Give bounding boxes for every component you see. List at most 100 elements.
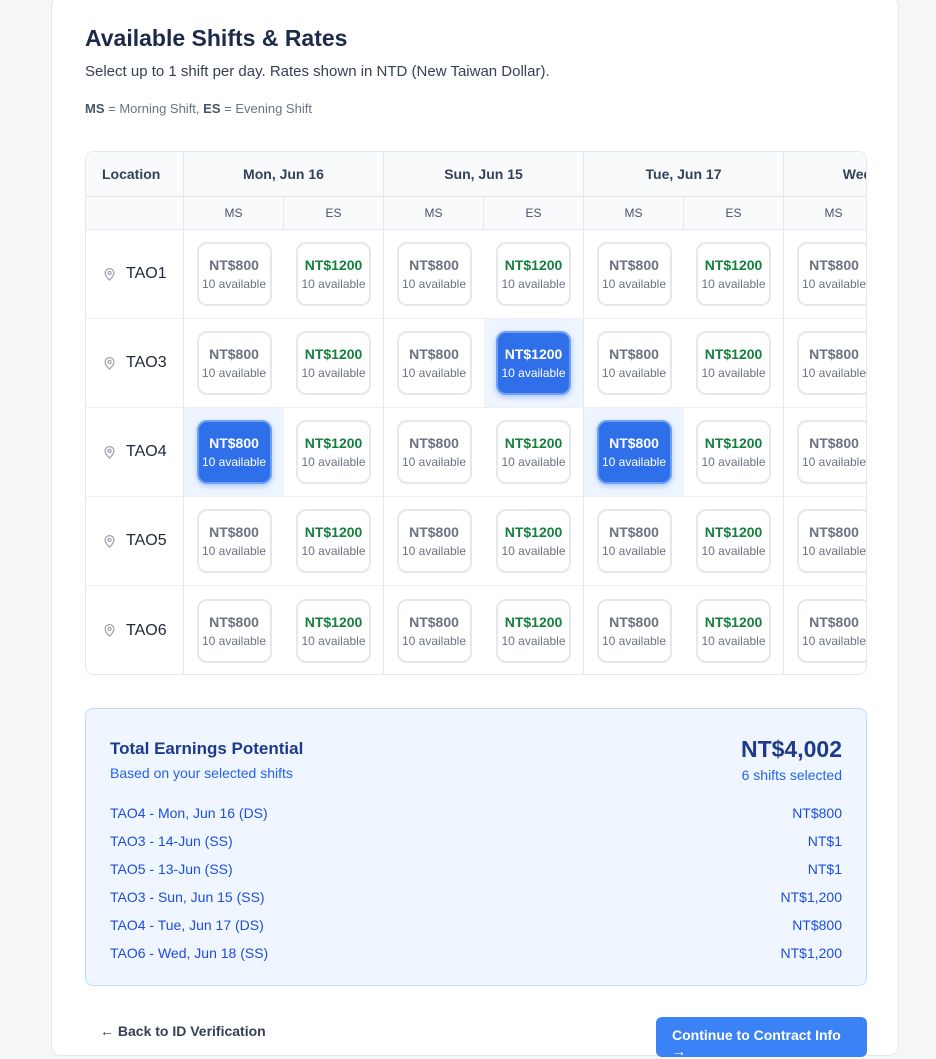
- shift-rate-button[interactable]: NT$1200 10 available: [696, 331, 771, 395]
- shift-cell: NT$1200 10 available: [484, 586, 584, 674]
- shift-rate-button[interactable]: NT$800 10 available: [596, 598, 672, 663]
- shift-availability: 10 available: [501, 544, 566, 558]
- shift-availability: 10 available: [601, 455, 667, 469]
- continue-to-contract-info-button[interactable]: Continue to Contract Info →: [656, 1017, 867, 1059]
- shift-rate-button[interactable]: NT$800 10 available: [596, 242, 672, 306]
- shift-price: NT$800: [209, 524, 259, 540]
- shift-availability: 10 available: [301, 277, 366, 291]
- shift-rate-button[interactable]: NT$800 10 available: [196, 598, 272, 663]
- day-header-row: Location Mon, Jun 16 Sun, Jun 15 Tue, Jun …: [86, 152, 866, 197]
- shift-rate-button[interactable]: NT$800 10 available: [196, 509, 272, 573]
- legend-ms-abbr: MS: [85, 101, 105, 116]
- shift-availability: 10 available: [201, 544, 267, 558]
- shifts-selected-count: 6 shifts selected: [741, 767, 842, 783]
- shift-cell: NT$800 10 available: [584, 586, 684, 674]
- shift-rate-button[interactable]: NT$800 10 available: [196, 242, 272, 306]
- location-header-blank: [86, 197, 184, 229]
- shift-availability: 10 available: [801, 544, 867, 558]
- shift-price: NT$800: [409, 346, 459, 362]
- shift-price: NT$1200: [504, 524, 563, 540]
- shift-rate-button[interactable]: NT$800 10 available: [396, 509, 472, 573]
- earnings-item: TAO3 - 14-Jun (SS) NT$1: [110, 827, 842, 855]
- earnings-item-amount: NT$800: [792, 917, 842, 933]
- shift-rate-button[interactable]: NT$800 10 available: [596, 420, 672, 484]
- shift-rate-button[interactable]: NT$800 10 available: [196, 331, 272, 395]
- earnings-item-amount: NT$1,200: [780, 945, 842, 961]
- shift-availability: 10 available: [601, 544, 667, 558]
- shift-rate-button[interactable]: NT$1200 10 available: [696, 509, 771, 573]
- shift-price: NT$1200: [704, 435, 763, 451]
- shift-price: NT$1200: [704, 346, 763, 362]
- shift-cell: NT$1200 10 available: [684, 408, 784, 496]
- shift-cell: NT$800 10 available: [784, 319, 866, 407]
- earnings-title: Total Earnings Potential: [110, 739, 304, 758]
- shift-availability: 10 available: [601, 633, 667, 648]
- shift-rate-button[interactable]: NT$800 10 available: [796, 420, 866, 484]
- shift-rate-button[interactable]: NT$800 10 available: [196, 420, 272, 484]
- shift-rate-button[interactable]: NT$1200 10 available: [296, 242, 371, 306]
- shift-cell: NT$800 10 available: [384, 497, 484, 585]
- shift-cell: NT$1200 10 available: [284, 408, 384, 496]
- shift-price: NT$1200: [704, 524, 763, 540]
- shift-cell: NT$1200 10 available: [684, 319, 784, 407]
- shift-rate-button[interactable]: NT$1200 10 available: [496, 242, 571, 306]
- shift-rate-button[interactable]: NT$1200 10 available: [296, 509, 371, 573]
- shift-grid-inner: Location Mon, Jun 16 Sun, Jun 15 Tue, Jun …: [86, 152, 867, 674]
- shift-subheader: ES: [284, 197, 384, 229]
- shift-price: NT$800: [409, 257, 459, 273]
- location-row: TAO4 NT$800 10 available NT$1200 10 availabl…: [86, 408, 866, 497]
- shift-rate-button[interactable]: NT$1200 10 available: [496, 509, 571, 573]
- shift-rate-button[interactable]: NT$1200 10 available: [296, 331, 371, 395]
- shift-cell: NT$800 10 available: [384, 319, 484, 407]
- shift-rate-button[interactable]: NT$800 10 available: [596, 509, 672, 573]
- shift-rate-button[interactable]: NT$800 10 available: [796, 242, 866, 306]
- shift-price: NT$1200: [504, 613, 563, 630]
- back-to-id-verification-link[interactable]: ← Back to ID Verification: [100, 1023, 266, 1039]
- shift-rate-button[interactable]: NT$1200 10 available: [496, 420, 571, 484]
- shift-availability: 10 available: [701, 366, 766, 380]
- shift-price: NT$800: [609, 346, 659, 362]
- shift-cell: NT$800 10 available: [584, 408, 684, 496]
- earnings-item-label: TAO5 - 13-Jun (SS): [110, 861, 233, 877]
- shift-rate-button[interactable]: NT$1200 10 available: [496, 598, 571, 663]
- shift-cell: NT$1200 10 available: [484, 497, 584, 585]
- shift-cell: NT$1200 10 available: [284, 319, 384, 407]
- shift-price: NT$800: [209, 257, 259, 273]
- shift-cell: NT$800 10 available: [584, 230, 684, 318]
- location-label: TAO5: [126, 532, 167, 549]
- shift-rate-button[interactable]: NT$1200 10 available: [696, 598, 771, 663]
- shift-rate-button[interactable]: NT$800 10 available: [596, 331, 672, 395]
- shift-price: NT$800: [809, 613, 859, 630]
- shift-rate-button[interactable]: NT$1200 10 available: [296, 598, 371, 663]
- shift-subheader: MS: [384, 197, 484, 229]
- earnings-item-label: TAO4 - Tue, Jun 17 (DS): [110, 917, 264, 933]
- earnings-item-amount: NT$1: [807, 861, 842, 877]
- shift-rate-button[interactable]: NT$1200 10 available: [696, 242, 771, 306]
- shift-cell: NT$1200 10 available: [284, 497, 384, 585]
- shift-rate-button[interactable]: NT$800 10 available: [396, 242, 472, 306]
- shift-rate-button[interactable]: NT$800 10 available: [796, 509, 867, 573]
- shift-rate-button[interactable]: NT$1200 10 available: [496, 331, 571, 395]
- location-row: TAO5 NT$800 10 available NT$1200 10 availabl…: [86, 497, 867, 586]
- shift-rate-button[interactable]: NT$1200 10 available: [696, 420, 771, 484]
- shift-rate-button[interactable]: NT$800 10 available: [396, 598, 472, 663]
- shift-cell: NT$800 10 available: [784, 497, 867, 585]
- shift-availability: 10 available: [701, 277, 766, 291]
- shift-availability: 10 available: [701, 633, 766, 648]
- shift-grid[interactable]: Location Mon, Jun 16 Sun, Jun 15 Tue, Jun …: [85, 151, 867, 675]
- shift-rate-button[interactable]: NT$800 10 available: [396, 420, 472, 484]
- shift-rate-button[interactable]: NT$800 10 available: [796, 598, 866, 663]
- shift-price: NT$800: [409, 613, 459, 630]
- shift-rate-button[interactable]: NT$1200 10 available: [296, 420, 371, 484]
- shift-cell: NT$1200 10 available: [284, 230, 384, 318]
- shift-rate-button[interactable]: NT$800 10 available: [796, 331, 866, 395]
- shift-rate-button[interactable]: NT$800 10 available: [396, 331, 472, 395]
- location-cell: TAO4: [86, 408, 184, 496]
- shift-availability: 10 available: [301, 455, 366, 469]
- shift-availability: 10 available: [501, 277, 566, 291]
- shift-price: NT$800: [809, 524, 859, 540]
- shift-availability: 10 available: [301, 366, 366, 380]
- shift-price: NT$800: [809, 346, 859, 362]
- location-cell: TAO3: [86, 319, 184, 407]
- shift-price: NT$1200: [504, 346, 563, 362]
